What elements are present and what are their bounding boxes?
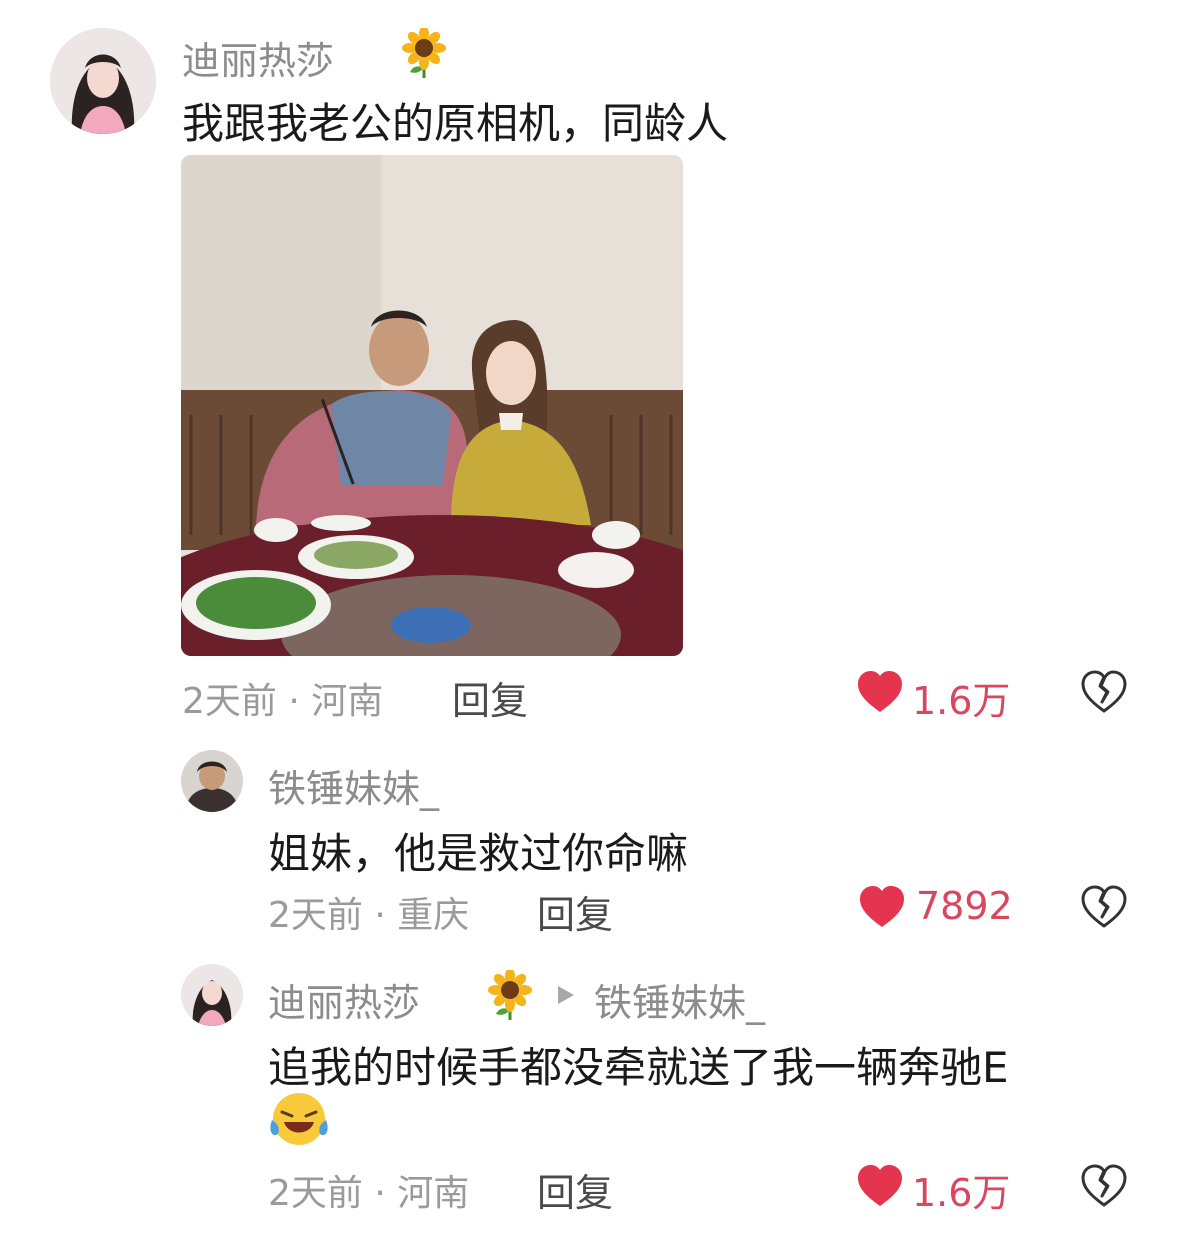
comment-time-location: 2天前 · 河南 xyxy=(182,681,384,722)
heart-icon[interactable] xyxy=(858,885,906,933)
like-count: 7892 xyxy=(916,884,1013,928)
comment-time-location: 2天前 · 重庆 xyxy=(268,895,470,936)
play-arrow-icon xyxy=(556,984,576,1010)
like-count: 1.6万 xyxy=(912,1171,1011,1215)
heart-icon[interactable] xyxy=(856,670,904,718)
broken-heart-icon[interactable] xyxy=(1080,1164,1128,1212)
comment-text: 姐妹，他是救过你命嘛 xyxy=(268,829,689,878)
like-count: 1.6万 xyxy=(912,679,1011,723)
reply-button[interactable]: 回复 xyxy=(537,1162,613,1217)
sunflower-icon xyxy=(488,968,532,1024)
comment-text: 追我的时候手都没牵就送了我一辆奔驰E xyxy=(268,1043,1009,1092)
sunflower-icon xyxy=(402,26,446,82)
comment-username[interactable]: 铁锤妹妹_ xyxy=(268,758,439,813)
broken-heart-icon[interactable] xyxy=(1080,670,1128,718)
laughing-emoji-icon xyxy=(268,1090,330,1152)
comment-username[interactable]: 迪丽热莎 xyxy=(182,30,334,85)
broken-heart-icon[interactable] xyxy=(1080,885,1128,933)
comment-photo[interactable] xyxy=(181,155,683,656)
comment-text: 我跟我老公的原相机，同龄人 xyxy=(182,99,729,148)
heart-icon[interactable] xyxy=(856,1164,904,1212)
reply-to-username[interactable]: 铁锤妹妹_ xyxy=(594,972,765,1027)
avatar[interactable] xyxy=(181,964,243,1026)
reply-button[interactable]: 回复 xyxy=(537,884,613,939)
avatar[interactable] xyxy=(181,750,243,812)
reply-button[interactable]: 回复 xyxy=(452,670,528,725)
avatar[interactable] xyxy=(50,28,156,134)
comment-time-location: 2天前 · 河南 xyxy=(268,1173,470,1214)
comment-username[interactable]: 迪丽热莎 xyxy=(268,972,420,1027)
